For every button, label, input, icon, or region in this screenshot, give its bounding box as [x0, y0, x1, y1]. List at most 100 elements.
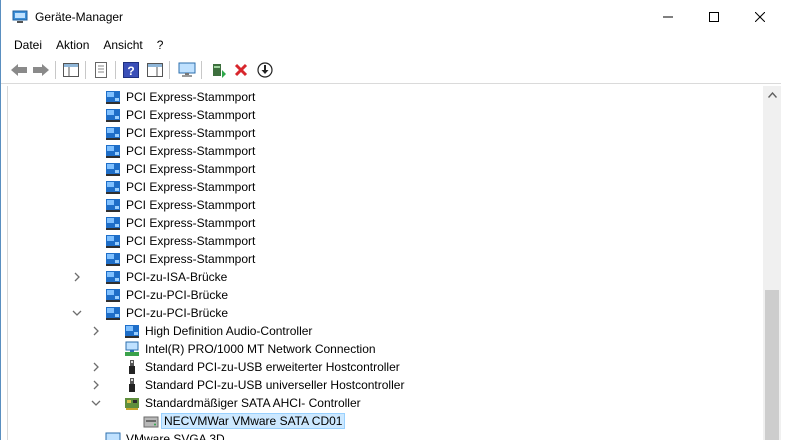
toolbar-separator — [169, 61, 170, 79]
display-icon — [105, 432, 121, 440]
tree-item[interactable]: PCI Express-Stammport — [8, 196, 748, 214]
tree-item-icon — [124, 359, 140, 375]
tree-item-icon — [124, 341, 140, 357]
tree-item-icon — [124, 323, 140, 339]
tree-expander[interactable] — [90, 397, 102, 409]
tree-item-label: High Definition Audio-Controller — [145, 324, 313, 338]
uninstall-button[interactable] — [231, 60, 251, 80]
tree-item-icon — [105, 269, 121, 285]
pci-icon — [106, 163, 120, 176]
tree-item-icon — [105, 161, 121, 177]
svg-text:?: ? — [127, 64, 134, 78]
tree-item-icon — [124, 377, 140, 393]
tree-expander[interactable] — [71, 307, 83, 319]
tree-item[interactable]: Standardmäßiger SATA AHCI- Controller — [8, 394, 748, 412]
tree-expander[interactable] — [90, 325, 102, 337]
menu-datei[interactable]: Datei — [7, 35, 49, 55]
download-button[interactable] — [255, 60, 275, 80]
tree-item[interactable]: PCI Express-Stammport — [8, 232, 748, 250]
menu-aktion[interactable]: Aktion — [49, 35, 96, 55]
pci-icon — [106, 145, 120, 158]
tree-item-icon — [124, 395, 140, 411]
tree-item-icon — [105, 215, 121, 231]
menu-ansicht[interactable]: Ansicht — [96, 35, 149, 55]
properties-button[interactable] — [91, 60, 111, 80]
minimize-button[interactable] — [645, 0, 691, 34]
tree-item[interactable]: NECVMWar VMware SATA CD01 — [8, 412, 748, 430]
tree-item[interactable]: PCI Express-Stammport — [8, 142, 748, 160]
scrollbar-thumb[interactable] — [765, 290, 779, 440]
update-driver-button[interactable] — [209, 60, 229, 80]
back-button[interactable] — [9, 60, 29, 80]
tree-item[interactable]: PCI Express-Stammport — [8, 124, 748, 142]
cd-drive-icon — [143, 416, 159, 428]
minimize-icon — [663, 16, 673, 18]
tree-item-icon — [105, 89, 121, 105]
chevron-right-icon[interactable] — [90, 361, 102, 373]
tree-item[interactable]: VMware SVGA 3D — [8, 430, 748, 440]
show-hide-console-tree-icon — [63, 63, 79, 77]
back-icon — [11, 64, 27, 76]
tree-item[interactable]: PCI Express-Stammport — [8, 106, 748, 124]
tree-expander[interactable] — [71, 271, 83, 283]
menu-help[interactable]: ? — [150, 35, 171, 55]
tree-item-label: Standard PCI-zu-USB erweiterter Hostcont… — [145, 360, 400, 374]
usb-icon — [129, 360, 135, 374]
tree-item[interactable]: Standard PCI-zu-USB universeller Hostcon… — [8, 376, 748, 394]
action-pane-button[interactable] — [145, 60, 165, 80]
tree-item-icon — [143, 413, 159, 429]
help-button[interactable]: ? — [121, 60, 141, 80]
tree-item-icon — [105, 125, 121, 141]
chevron-up-icon — [767, 92, 777, 98]
tree-item[interactable]: PCI-zu-ISA-Brücke — [8, 268, 748, 286]
action-pane-icon — [147, 63, 163, 77]
tree-item-label: Intel(R) PRO/1000 MT Network Connection — [145, 342, 376, 356]
pci-icon — [125, 325, 139, 338]
tree-item[interactable]: PCI Express-Stammport — [8, 214, 748, 232]
update-driver-icon — [213, 64, 226, 78]
tree-item-label: PCI-zu-ISA-Brücke — [126, 270, 228, 284]
tree-item[interactable]: PCI-zu-PCI-Brücke — [8, 286, 748, 304]
pci-icon — [106, 271, 120, 284]
tree-item[interactable]: PCI Express-Stammport — [8, 178, 748, 196]
chevron-down-icon[interactable] — [90, 397, 102, 409]
device-tree[interactable]: PCI Express-Stammport PCI Express-Stammpo… — [7, 86, 763, 440]
tree-item-label: PCI-zu-PCI-Brücke — [126, 288, 229, 302]
tree-item[interactable]: PCI-zu-PCI-Brücke — [8, 304, 748, 322]
tree-item-label: VMware SVGA 3D — [126, 432, 225, 440]
tree-item-icon — [105, 431, 121, 440]
tree-item[interactable]: Standard PCI-zu-USB erweiterter Hostcont… — [8, 358, 748, 376]
pci-icon — [106, 307, 120, 320]
forward-button[interactable] — [31, 60, 51, 80]
tree-item[interactable]: PCI Express-Stammport — [8, 250, 748, 268]
help-icon: ? — [123, 62, 139, 78]
maximize-icon — [709, 12, 719, 22]
close-button[interactable] — [737, 0, 783, 34]
forward-icon — [33, 64, 49, 76]
properties-icon — [95, 62, 107, 78]
console-tree-button[interactable] — [61, 60, 81, 80]
maximize-button[interactable] — [691, 0, 737, 34]
chevron-right-icon[interactable] — [90, 379, 102, 391]
vertical-scrollbar[interactable] — [763, 86, 781, 440]
chevron-right-icon[interactable] — [90, 325, 102, 337]
tree-item-icon — [105, 179, 121, 195]
scan-hardware-button[interactable] — [177, 60, 197, 80]
chevron-right-icon[interactable] — [71, 271, 83, 283]
tree-item[interactable]: PCI Express-Stammport — [8, 160, 748, 178]
tree-item[interactable]: PCI Express-Stammport — [8, 88, 748, 106]
download-icon — [257, 62, 273, 78]
tree-item[interactable]: Intel(R) PRO/1000 MT Network Connection — [8, 340, 748, 358]
tree-expander[interactable] — [90, 379, 102, 391]
chevron-down-icon[interactable] — [71, 307, 83, 319]
uninstall-icon — [234, 63, 248, 77]
tree-item-label: PCI-zu-PCI-Brücke — [126, 306, 229, 320]
tree-expander[interactable] — [90, 361, 102, 373]
toolbar-separator — [201, 61, 202, 79]
tree-item-icon — [105, 143, 121, 159]
toolbar-separator — [115, 61, 116, 79]
scroll-up-button[interactable] — [763, 86, 781, 104]
menu-bar: Datei Aktion Ansicht ? — [1, 34, 786, 56]
tree-item-icon — [105, 305, 121, 321]
tree-item[interactable]: High Definition Audio-Controller — [8, 322, 748, 340]
